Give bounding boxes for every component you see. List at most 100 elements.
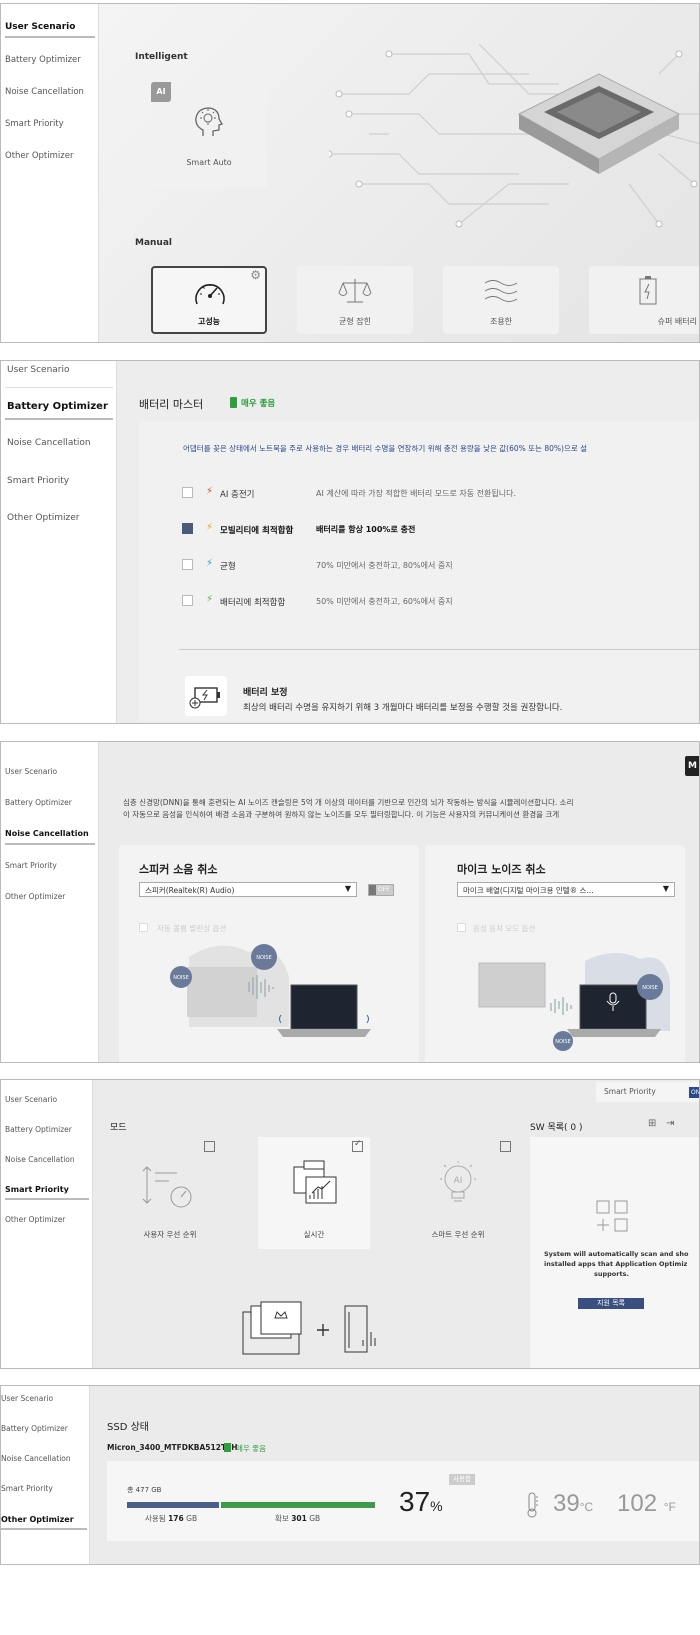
smart-priority-tab[interactable]: Smart Priority ON [596, 1082, 699, 1102]
sidebar: User Scenario Battery Optimizer Noise Ca… [1, 742, 99, 1062]
sidebar-item-smart-priority[interactable]: Smart Priority [5, 119, 64, 129]
speaker-device-value: 스피커(Realtek(R) Audio) [145, 886, 235, 895]
ssd-usage-bar [127, 1502, 375, 1508]
mic-device-select[interactable]: 마이크 배열(디지털 마이크용 인텔® 스... ▼ [457, 882, 675, 897]
option-checkbox[interactable] [182, 523, 193, 534]
svg-text:AI: AI [454, 1176, 463, 1186]
speaker-noise-card: 스피커 소음 취소 스피커(Realtek(R) Audio) ▼ OFF 자동… [119, 845, 419, 1062]
mode-card-high-performance[interactable]: ⚙ 고성능 [151, 266, 267, 334]
speaker-noise-title: 스피커 소음 취소 [139, 863, 218, 876]
divider [179, 649, 699, 650]
sidebar-item-battery-optimizer[interactable]: Battery Optimizer [5, 55, 81, 65]
sidebar-item-smart-priority[interactable]: Smart Priority [5, 861, 57, 870]
gear-icon[interactable]: ⚙ [250, 268, 261, 282]
sidebar-item-user-scenario[interactable]: User Scenario [5, 22, 75, 32]
sidebar-item-noise-cancellation[interactable]: Noise Cancellation [5, 87, 84, 97]
option-row[interactable]: ⚡ 균형 70% 미만에서 충전하고, 80%에서 중지 [139, 557, 699, 575]
top-right-badge[interactable]: M [685, 756, 699, 776]
sidebar-item-other-optimizer[interactable]: Other Optimizer [7, 513, 79, 523]
voice-mode-checkbox[interactable] [457, 923, 466, 932]
sidebar-item-other-optimizer[interactable]: Other Optimizer [5, 1215, 65, 1224]
thermometer-icon [527, 1492, 538, 1518]
waves-icon [484, 280, 518, 302]
main-area: Smart Priority ON 모드 사용자 우선 순위 ✓ 실시간 [93, 1080, 699, 1368]
battery-calibration-icon [189, 687, 220, 709]
speaker-toggle[interactable]: OFF [368, 884, 394, 896]
sidebar-item-user-scenario[interactable]: User Scenario [1, 1394, 53, 1403]
toggle-label: OFF [378, 886, 390, 893]
noise-badge: NOISE [173, 975, 188, 981]
sw-list-panel: System will automatically scan and sho i… [530, 1137, 699, 1368]
battery-status-icon [230, 397, 237, 408]
sidebar: User Scenario Battery Optimizer Noise Ca… [1, 1386, 90, 1564]
battery-calibration-title: 배터리 보정 [243, 688, 288, 698]
auto-volume-checkbox[interactable] [139, 923, 148, 932]
sidebar-item-battery-optimizer[interactable]: Battery Optimizer [5, 798, 72, 807]
option-row[interactable]: ⚡ 모빌리티에 최적합함 배터리를 항상 100%로 충전 [139, 521, 699, 539]
mic-noise-title: 마이크 노이즈 취소 [457, 863, 546, 876]
priority-mode-realtime[interactable]: ✓ 실시간 [258, 1137, 370, 1249]
mic-device-value: 마이크 배열(디지털 마이크용 인텔® 스... [463, 886, 594, 895]
mode-checkbox[interactable] [500, 1141, 511, 1152]
noise-badge: NOISE [555, 1039, 570, 1045]
sidebar-item-battery-optimizer[interactable]: Battery Optimizer [7, 401, 108, 412]
option-checkbox[interactable] [182, 559, 193, 570]
app-optimization-illustration [242, 1301, 376, 1355]
smart-priority-tab-label: Smart Priority [604, 1087, 656, 1096]
battery-options-box: 어댑터를 꽂은 상태에서 노트북을 주로 사용하는 경우 배터리 수명을 연장하… [139, 421, 699, 721]
option-row[interactable]: ⚡ 배터리에 최적합함 50% 미만에서 충전하고, 60%에서 중지 [139, 593, 699, 611]
battery-status-badge: 매우 좋음 [241, 399, 276, 409]
priority-mode-smart[interactable]: AI 스마트 우선 순위 [398, 1137, 518, 1249]
option-checkbox[interactable] [182, 595, 193, 606]
sidebar-item-battery-optimizer[interactable]: Battery Optimizer [5, 1125, 72, 1134]
mode-card-super-battery[interactable]: 슈퍼 배터리 [589, 266, 699, 334]
option-checkbox[interactable] [182, 487, 193, 498]
mode-card-silent[interactable]: 조용한 [443, 266, 559, 334]
sidebar-item-battery-optimizer[interactable]: Battery Optimizer [1, 1424, 68, 1433]
mode-section-label: 모드 [110, 1123, 127, 1133]
ssd-usage-percent-value: 37 [399, 1486, 431, 1517]
mode-checkbox[interactable]: ✓ [352, 1139, 363, 1152]
priority-mode-user[interactable]: 사용자 우선 순위 [110, 1137, 230, 1249]
speaker-device-select[interactable]: 스피커(Realtek(R) Audio) ▼ [139, 882, 357, 897]
option-desc: 배터리를 항상 100%로 충전 [316, 525, 416, 534]
sidebar-item-other-optimizer[interactable]: Other Optimizer [5, 892, 65, 901]
ssd-usage-percent: 37% [399, 1486, 443, 1518]
sidebar-item-other-optimizer[interactable]: Other Optimizer [5, 151, 73, 161]
mode-label: 조용한 [489, 317, 513, 326]
sidebar-item-noise-cancellation[interactable]: Noise Cancellation [5, 829, 89, 838]
sidebar-item-other-optimizer[interactable]: Other Optimizer [1, 1515, 74, 1524]
sidebar-active-underline [5, 1198, 89, 1200]
option-row[interactable]: ⚡ AI 충전기 AI 계산에 따라 가장 적합한 배터리 모드로 자동 전환됩… [139, 485, 699, 503]
main-area: SSD 상태 Micron_3400_MTFDKBA512TFH 매우 좋음 총… [90, 1386, 699, 1564]
option-desc: 50% 미만에서 충전하고, 60%에서 중지 [316, 597, 453, 606]
ssd-used-unit: GB [186, 1514, 198, 1523]
sidebar-item-noise-cancellation[interactable]: Noise Cancellation [5, 1155, 75, 1164]
mode-label: 실시간 [303, 1230, 325, 1239]
smart-auto-card[interactable]: AI Smart Auto [151, 82, 267, 188]
sidebar-item-smart-priority[interactable]: Smart Priority [7, 476, 69, 486]
sidebar-item-user-scenario[interactable]: User Scenario [7, 365, 70, 375]
temp-f-value: 102 [617, 1490, 658, 1517]
supported-list-button[interactable]: 지원 목록 [578, 1298, 644, 1309]
mode-checkbox[interactable] [204, 1141, 215, 1152]
lightning-bolt-icon: ⚡ [206, 558, 214, 569]
sidebar: User Scenario Battery Optimizer Noise Ca… [1, 4, 99, 342]
sidebar-item-user-scenario[interactable]: User Scenario [5, 1095, 57, 1104]
mode-card-balanced[interactable]: 균형 잡힌 [297, 266, 413, 334]
ssd-free-value: 301 [291, 1514, 307, 1523]
sidebar-item-smart-priority[interactable]: Smart Priority [5, 1185, 69, 1194]
dropdown-arrow-icon: ▼ [344, 884, 351, 893]
sidebar-item-noise-cancellation[interactable]: Noise Cancellation [1, 1454, 71, 1463]
mode-label: 고성능 [197, 317, 221, 326]
grid-view-icon[interactable]: ⊞ [648, 1118, 656, 1129]
smart-priority-on-badge[interactable]: ON [689, 1087, 699, 1098]
sw-description-line: installed apps that Application Optimiz [544, 1260, 688, 1268]
sidebar-item-user-scenario[interactable]: User Scenario [5, 767, 57, 776]
sidebar-item-noise-cancellation[interactable]: Noise Cancellation [7, 438, 91, 448]
check-mark-icon: ✓ [354, 1139, 362, 1149]
sidebar-item-smart-priority[interactable]: Smart Priority [1, 1484, 53, 1493]
collapse-icon[interactable]: ⇥ [666, 1118, 674, 1129]
app-grid-icon [596, 1200, 628, 1232]
ssd-health-status: 매우 좋음 [236, 1444, 266, 1453]
